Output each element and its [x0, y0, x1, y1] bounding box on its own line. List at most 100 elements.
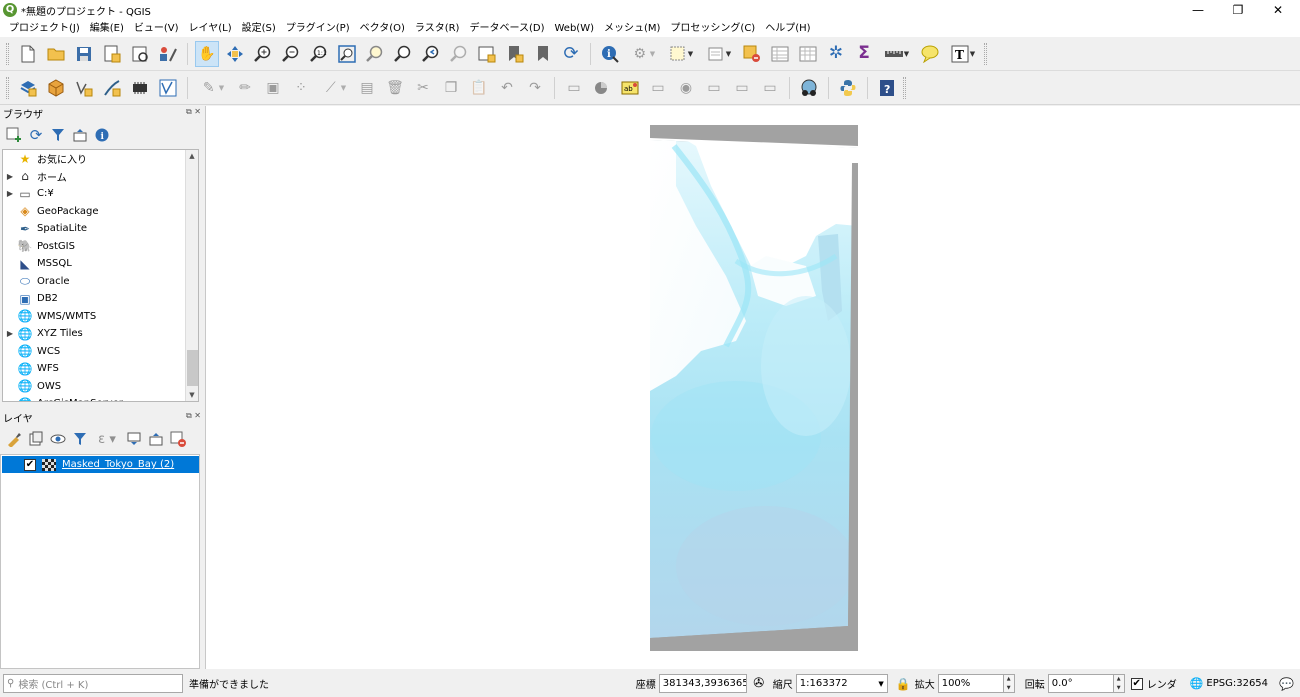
change-label-button[interactable]: ▭	[758, 75, 782, 101]
new-map-view-button[interactable]	[475, 41, 499, 67]
menu-item-2[interactable]: ビュー(V)	[129, 20, 184, 37]
menu-item-0[interactable]: プロジェクト(J)	[4, 20, 85, 37]
new-project-button[interactable]	[16, 41, 40, 67]
zoom-to-selection-button[interactable]	[363, 41, 387, 67]
locator-search-input[interactable]: ⚲ 検索 (Ctrl + K)	[3, 674, 183, 693]
scrollbar-thumb[interactable]	[187, 350, 198, 386]
vertex-tool-dropdown[interactable]: ⟋ ▼	[317, 75, 351, 101]
collapse-all-icon[interactable]	[146, 429, 166, 449]
close-button[interactable]: ✕	[1261, 0, 1295, 20]
map-canvas[interactable]	[205, 106, 1300, 669]
save-project-button[interactable]	[72, 41, 96, 67]
coordinate-field[interactable]: 381343,3936365	[658, 674, 747, 693]
new-spatialite-layer-button[interactable]	[100, 75, 124, 101]
zoom-full-button[interactable]	[335, 41, 359, 67]
menu-item-8[interactable]: データベース(D)	[464, 20, 549, 37]
pan-to-selection-button[interactable]	[223, 41, 247, 67]
maximize-button[interactable]: ❐	[1221, 0, 1255, 20]
rotate-label-button[interactable]: ▭	[730, 75, 754, 101]
data-source-manager-button[interactable]	[16, 75, 40, 101]
pin-labels-button[interactable]: ▭	[646, 75, 670, 101]
measure-dropdown[interactable]: ▼	[880, 41, 914, 67]
current-edits-dropdown[interactable]: ✎ ▼	[195, 75, 229, 101]
add-group-icon[interactable]	[26, 429, 46, 449]
browser-item[interactable]: ⬭ Oracle	[3, 273, 198, 291]
move-label-button[interactable]: ▭	[702, 75, 726, 101]
toolbox-button[interactable]: ✲	[824, 41, 848, 67]
expand-arrow-icon[interactable]: ▶	[3, 329, 17, 338]
menu-item-10[interactable]: メッシュ(M)	[599, 20, 665, 37]
new-geopackage-layer-button[interactable]	[44, 75, 68, 101]
zoom-last-button[interactable]	[419, 41, 443, 67]
new-temporary-layer-button[interactable]	[128, 75, 152, 101]
zoom-to-layer-button[interactable]	[391, 41, 415, 67]
show-bookmarks-button[interactable]	[531, 41, 555, 67]
browser-item[interactable]: ◈ GeoPackage	[3, 203, 198, 221]
scroll-up-icon[interactable]: ▲	[186, 150, 198, 162]
menu-item-3[interactable]: レイヤ(L)	[184, 20, 237, 37]
actions-dropdown[interactable]: ⚙ ▼	[626, 41, 660, 67]
browser-tree[interactable]: ★ お気に入り ▶ ⌂ ホーム ▶ ▭ C:¥ ◈ GeoPackage ✒ SpatiaLite 🐘 P…	[2, 149, 199, 402]
attribute-table-button[interactable]	[768, 41, 792, 67]
crs-globe-icon[interactable]: 🌐	[1190, 677, 1204, 690]
menu-item-7[interactable]: ラスタ(R)	[410, 20, 465, 37]
modify-attributes-button[interactable]: ▤	[355, 75, 379, 101]
menu-item-5[interactable]: プラグイン(P)	[281, 20, 355, 37]
layer-row[interactable]: ✔ Masked_Tokyo_Bay (2)	[2, 456, 199, 473]
filter-icon[interactable]	[48, 125, 68, 145]
browser-item[interactable]: 🌐 ArcGisMapServer	[3, 395, 198, 401]
identify-features-button[interactable]: i	[598, 41, 622, 67]
redo-button[interactable]: ↷	[523, 75, 547, 101]
style-manager-button[interactable]	[156, 41, 180, 67]
save-edits-button[interactable]: ▣	[261, 75, 285, 101]
magnifier-spinner[interactable]: ▲ ▼	[1003, 674, 1015, 693]
layer-name[interactable]: Masked_Tokyo_Bay (2)	[62, 459, 174, 470]
expand-arrow-icon[interactable]: ▶	[3, 172, 17, 181]
menu-item-1[interactable]: 編集(E)	[85, 20, 129, 37]
toggle-extents-button[interactable]: ✇	[750, 675, 768, 693]
zoom-in-button[interactable]	[251, 41, 275, 67]
crs-label[interactable]: EPSG:32654	[1206, 678, 1268, 689]
highlight-pinned-labels-button[interactable]: ab	[618, 75, 642, 101]
scale-combobox[interactable]: 1:163372 ▼	[795, 674, 888, 693]
zoom-next-button[interactable]	[447, 41, 471, 67]
remove-layer-icon[interactable]	[168, 429, 188, 449]
toolbar-grip[interactable]	[903, 76, 906, 99]
menu-item-9[interactable]: Web(W)	[549, 20, 599, 37]
toolbar-grip[interactable]	[6, 42, 9, 65]
browser-item[interactable]: ★ お気に入り	[3, 150, 198, 168]
add-feature-button[interactable]: ⁘	[289, 75, 313, 101]
browser-item[interactable]: 🌐 WFS	[3, 360, 198, 378]
expand-arrow-icon[interactable]: ▶	[3, 189, 17, 198]
add-selected-layers-icon[interactable]	[4, 125, 24, 145]
panel-float-close-icons[interactable]: ⧉ ✕	[186, 107, 201, 117]
statistical-summary-button[interactable]: Σ	[852, 41, 876, 67]
panel-float-close-icons[interactable]: ⧉ ✕	[186, 411, 201, 421]
new-virtual-layer-button[interactable]	[156, 75, 180, 101]
render-checkbox[interactable]: ✔	[1130, 677, 1143, 690]
toolbar-grip[interactable]	[6, 76, 9, 99]
select-by-value-dropdown[interactable]: ▼	[702, 41, 736, 67]
paste-features-button[interactable]: 📋	[467, 75, 491, 101]
scroll-down-icon[interactable]: ▼	[186, 389, 198, 401]
layer-visibility-checkbox[interactable]: ✔	[24, 458, 36, 471]
menu-item-12[interactable]: ヘルプ(H)	[760, 20, 815, 37]
browser-item[interactable]: ▶ ⌂ ホーム	[3, 168, 198, 186]
toolbar-grip[interactable]	[984, 42, 987, 65]
collapse-all-icon[interactable]	[70, 125, 90, 145]
map-tips-button[interactable]	[918, 41, 942, 67]
python-console-button[interactable]	[836, 75, 860, 101]
filter-icon[interactable]	[70, 429, 90, 449]
zoom-out-button[interactable]	[279, 41, 303, 67]
browser-item[interactable]: ◣ MSSQL	[3, 255, 198, 273]
refresh-icon[interactable]: ⟳	[26, 125, 46, 145]
select-features-dropdown[interactable]: ▼	[664, 41, 698, 67]
new-bookmark-button[interactable]	[503, 41, 527, 67]
browser-scrollbar[interactable]: ▲ ▼	[185, 150, 198, 401]
copy-features-button[interactable]: ❐	[439, 75, 463, 101]
menu-item-6[interactable]: ベクタ(O)	[355, 20, 410, 37]
refresh-button[interactable]: ⟳	[559, 41, 583, 67]
expand-all-icon[interactable]	[124, 429, 144, 449]
show-hide-labels-button[interactable]: ◉	[674, 75, 698, 101]
menu-item-4[interactable]: 設定(S)	[237, 20, 281, 37]
